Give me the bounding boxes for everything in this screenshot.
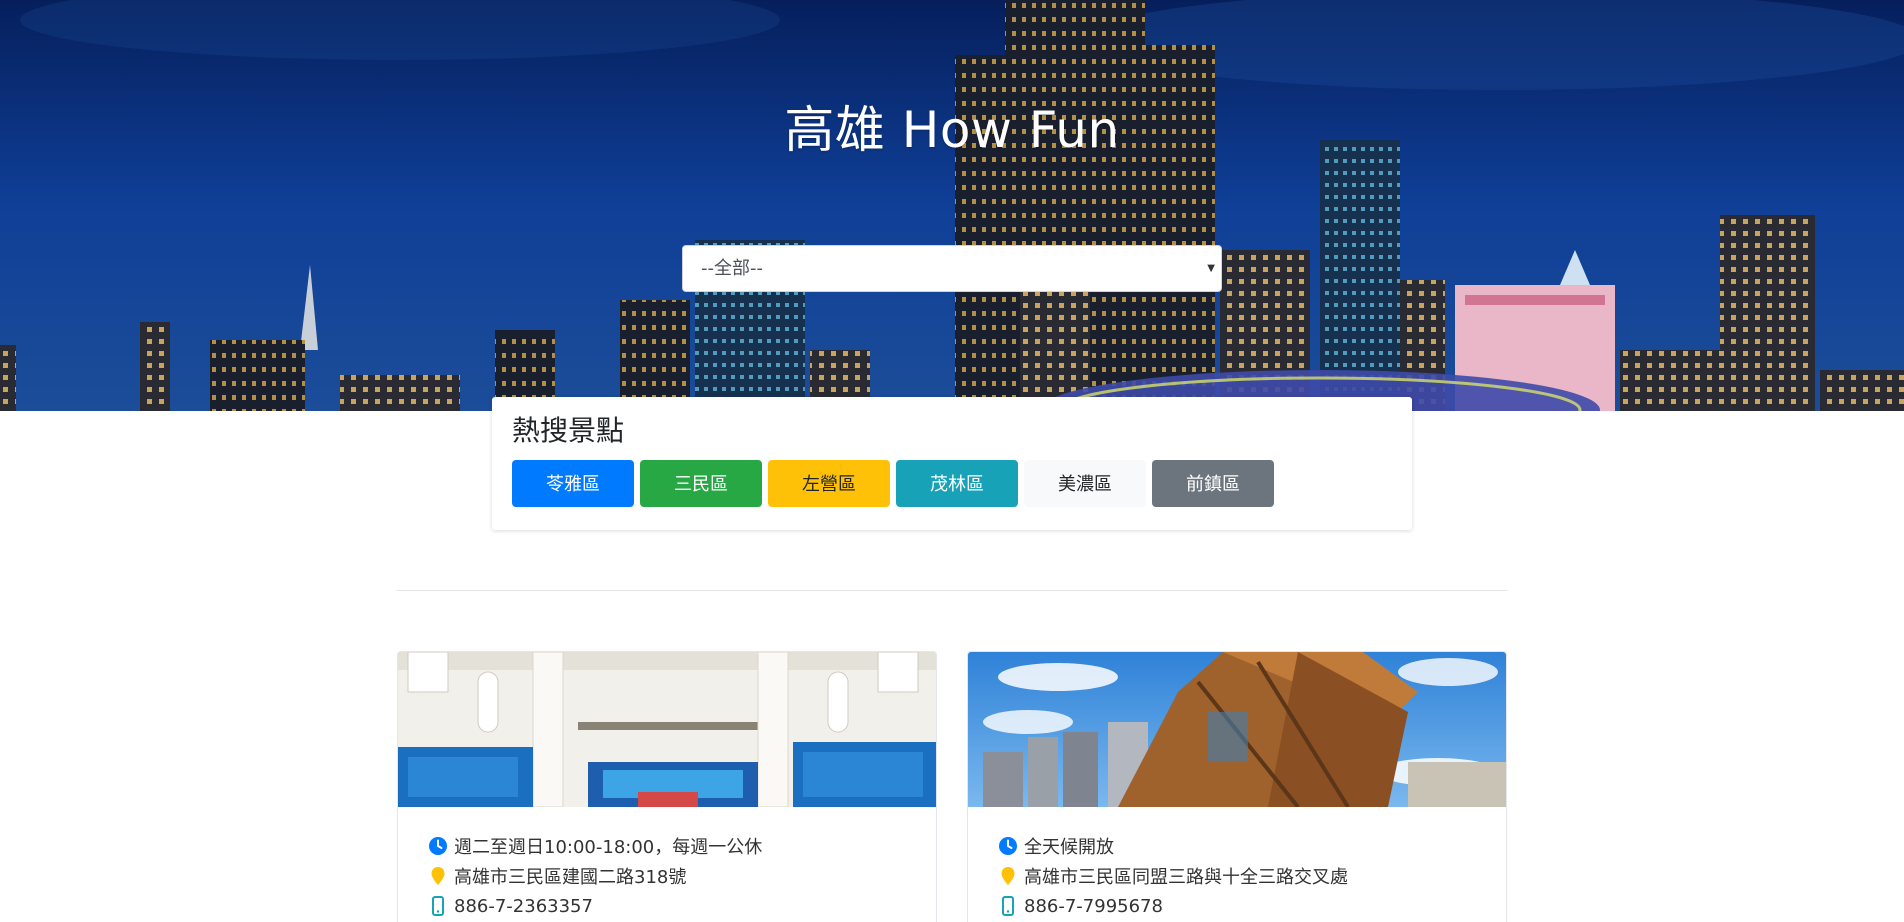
- site-title: 高雄 How Fun: [784, 101, 1120, 159]
- map-pin-icon: [431, 867, 445, 885]
- hot-spots-title: 熱搜景點: [512, 414, 625, 447]
- attraction-phone-text: 886-7-2363357: [454, 895, 593, 917]
- mobile-phone-icon: [1002, 896, 1014, 916]
- attraction-phone: 886-7-2363357: [428, 891, 906, 921]
- district-button-meinong[interactable]: 美濃區: [1024, 459, 1146, 507]
- district-select-value: --全部--: [701, 258, 763, 279]
- clock-icon: [429, 837, 447, 855]
- section-divider: [397, 590, 1507, 591]
- attraction-image: [398, 652, 936, 807]
- chevron-down-icon: ▼: [1207, 263, 1215, 274]
- attraction-address-text: 高雄市三民區建國二路318號: [454, 867, 687, 888]
- district-button-sanmin[interactable]: 三民區: [640, 459, 762, 507]
- district-select[interactable]: --全部-- ▼: [682, 245, 1222, 292]
- attraction-hours-text: 週二至週日10:00-18:00，每週一公休: [454, 837, 763, 858]
- district-button-qianzhen[interactable]: 前鎮區: [1152, 459, 1274, 507]
- attraction-hours-text: 全天候開放: [1024, 837, 1114, 858]
- clock-icon: [999, 837, 1017, 855]
- hero-banner: 高雄 How Fun --全部-- ▼: [0, 0, 1904, 411]
- attraction-phone-text: 886-7-7995678: [1024, 895, 1163, 917]
- attraction-address: 高雄市三民區建國二路318號: [428, 861, 906, 891]
- mobile-phone-icon: [432, 896, 444, 916]
- attraction-hours: 全天候開放: [998, 831, 1476, 861]
- attraction-card[interactable]: 全天候開放 高雄市三民區同盟三路與十全三路交叉處 886-7-7995678: [967, 651, 1507, 922]
- attraction-card[interactable]: 週二至週日10:00-18:00，每週一公休 高雄市三民區建國二路318號 88…: [397, 651, 937, 922]
- attraction-phone: 886-7-7995678: [998, 891, 1476, 921]
- attraction-address: 高雄市三民區同盟三路與十全三路交叉處: [998, 861, 1476, 891]
- hot-spots-buttons: 苓雅區 三民區 左營區 茂林區 美濃區 前鎮區: [512, 459, 1392, 507]
- district-button-zuoying[interactable]: 左營區: [768, 459, 890, 507]
- district-button-lingya[interactable]: 苓雅區: [512, 459, 634, 507]
- hot-spots-card: 熱搜景點 苓雅區 三民區 左營區 茂林區 美濃區 前鎮區: [492, 397, 1412, 530]
- attraction-info: 全天候開放 高雄市三民區同盟三路與十全三路交叉處 886-7-7995678: [968, 807, 1506, 922]
- attraction-image: [968, 652, 1506, 807]
- map-pin-icon: [1001, 867, 1015, 885]
- attraction-address-text: 高雄市三民區同盟三路與十全三路交叉處: [1024, 867, 1348, 888]
- attraction-info: 週二至週日10:00-18:00，每週一公休 高雄市三民區建國二路318號 88…: [398, 807, 936, 922]
- district-button-maolin[interactable]: 茂林區: [896, 459, 1018, 507]
- city-skyline-image: [0, 0, 1904, 411]
- attraction-hours: 週二至週日10:00-18:00，每週一公休: [428, 831, 906, 861]
